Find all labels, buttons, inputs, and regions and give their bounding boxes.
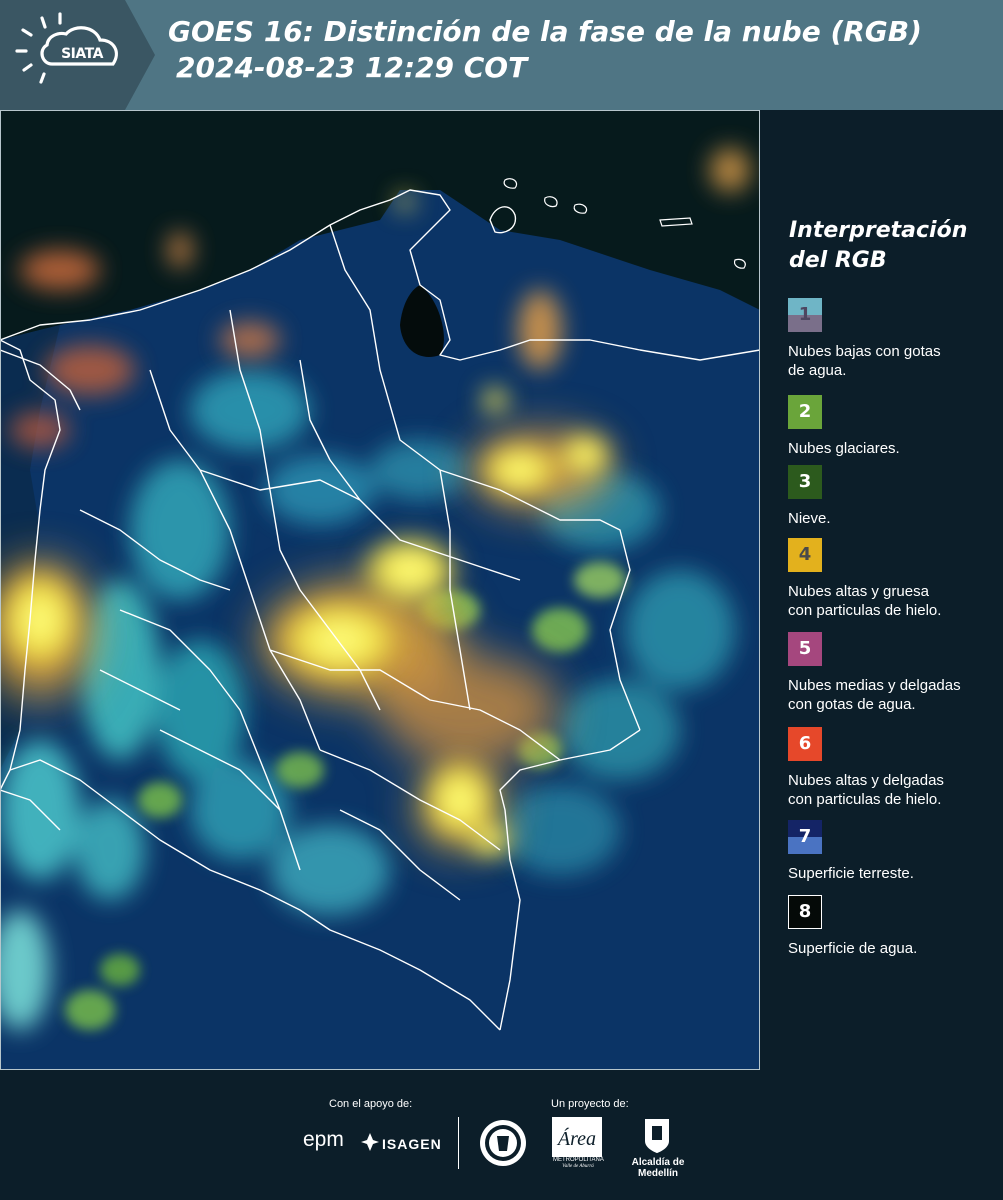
legend-label: Nubes bajas con gotas de agua. [788, 342, 998, 380]
area-metropolitana-name: METROPOLITANA [553, 1157, 604, 1163]
legend-swatch-3: 3 [788, 465, 822, 499]
isagen-icon [361, 1133, 379, 1151]
satellite-map[interactable] [0, 110, 760, 1070]
legend-label-line-1: Nubes bajas con gotas [788, 343, 941, 360]
legend-title: Interpretación del RGB [789, 216, 989, 276]
legend-swatch-6: 6 [788, 727, 822, 761]
project-label: Un proyecto de: [551, 1098, 629, 1110]
epm-logo: epm [303, 1128, 344, 1151]
legend-item-1: 1 Nubes bajas con gotas de agua. [788, 298, 998, 380]
footer-divider [458, 1117, 459, 1169]
isagen-logo: ISAGEN [382, 1136, 442, 1152]
legend-item-3: 3 Nieve. [788, 465, 998, 528]
legend-number: 3 [798, 471, 812, 492]
title-timestamp: 2024-08-23 12:29 COT [176, 51, 528, 84]
legend-label: Nubes altas y delgadas con particulas de … [788, 771, 998, 809]
legend-label-line-1: Nubes altas y delgadas [788, 772, 944, 789]
legend-label: Nubes medias y delgadas con gotas de agua… [788, 676, 998, 714]
area-metropolitana-sub: Valle de Aburrá [562, 1164, 594, 1169]
legend-swatch-8: 8 [788, 895, 822, 929]
legend-label-line-1: Nubes altas y gruesa [788, 583, 929, 600]
legend-label-line-1: Superficie terreste. [788, 865, 914, 882]
legend-number: 5 [798, 638, 812, 659]
legend-label-line-2: con gotas de agua. [788, 696, 916, 713]
legend-number: 7 [798, 826, 812, 847]
page-title: GOES 16: Distinción de la fase de la nub… [168, 14, 922, 86]
legend-label-line-1: Superficie de agua. [788, 940, 918, 957]
support-label: Con el apoyo de: [329, 1098, 413, 1110]
legend-label: Superficie terreste. [788, 864, 998, 883]
legend-swatch-7: 7 [788, 820, 822, 854]
legend-title-line-2: del RGB [789, 248, 887, 273]
legend-label-line-1: Nubes medias y delgadas [788, 677, 961, 694]
legend-number: 4 [798, 544, 812, 565]
legend-swatch-1: 1 [788, 298, 822, 332]
legend-item-6: 6 Nubes altas y delgadas con particulas de… [788, 727, 998, 809]
legend-item-4: 4 Nubes altas y gruesa con particulas de h… [788, 538, 998, 620]
siata-logo-text: SIATA [61, 46, 103, 62]
legend-item-2: 2 Nubes glaciares. [788, 395, 998, 458]
legend-label: Nubes glaciares. [788, 439, 998, 458]
legend-label: Superficie de agua. [788, 939, 998, 958]
legend-swatch-4: 4 [788, 538, 822, 572]
legend-label-line-2: con particulas de hielo. [788, 791, 942, 808]
legend-item-5: 5 Nubes medias y delgadas con gotas de agu… [788, 632, 998, 714]
legend-swatch-5: 5 [788, 632, 822, 666]
area-logo-word: Área [556, 1127, 596, 1150]
legend-number: 6 [798, 733, 812, 754]
legend-label: Nubes altas y gruesa con particulas de hi… [788, 582, 998, 620]
alcaldia-shield-icon [645, 1119, 669, 1153]
legend-number: 2 [798, 401, 812, 422]
header-bar: SIATA GOES 16: Distinción de la fase de … [0, 0, 1003, 110]
legend-item-8: 8 Superficie de agua. [788, 895, 998, 958]
legend-label-line-1: Nubes glaciares. [788, 440, 900, 457]
legend-item-7: 7 Superficie terreste. [788, 820, 998, 883]
alcaldia-name: Alcaldía de Medellín [631, 1157, 685, 1179]
legend-label-line-2: de agua. [788, 362, 847, 379]
legend-swatch-2: 2 [788, 395, 822, 429]
legend-label-line-1: Nieve. [788, 510, 831, 527]
university-seal-icon [480, 1120, 526, 1166]
legend-number: 8 [798, 901, 812, 922]
legend-title-line-1: Interpretación [789, 218, 968, 243]
siata-logo: SIATA [0, 0, 155, 110]
area-metropolitana-icon: Área [552, 1117, 602, 1157]
footer: Con el apoyo de: Un proyecto de: epm ISA… [0, 1070, 1003, 1200]
legend-panel: Interpretación del RGB 1 Nubes bajas con … [760, 110, 1003, 1070]
legend-number: 1 [798, 304, 812, 325]
legend-label-line-2: con particulas de hielo. [788, 602, 942, 619]
legend-label: Nieve. [788, 509, 998, 528]
title-line-1: GOES 16: Distinción de la fase de la nub… [168, 15, 922, 48]
